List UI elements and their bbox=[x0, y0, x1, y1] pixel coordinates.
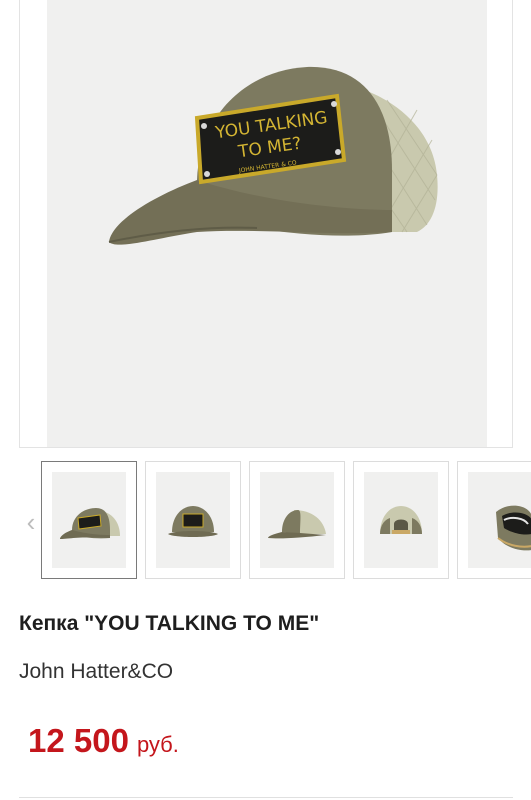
thumbnail-image bbox=[260, 472, 334, 568]
product-page: YOU TALKING TO ME? JOHN HATTER & CO ‹ Ке… bbox=[0, 0, 531, 800]
thumbnail-1[interactable] bbox=[41, 461, 137, 579]
thumbnail-4[interactable] bbox=[353, 461, 449, 579]
price-currency: руб. bbox=[136, 732, 179, 757]
product-price: 12 500 руб. bbox=[28, 722, 179, 760]
price-value: 12 500 bbox=[28, 722, 129, 759]
main-product-image[interactable]: YOU TALKING TO ME? JOHN HATTER & CO bbox=[19, 0, 513, 448]
thumbnail-3[interactable] bbox=[249, 461, 345, 579]
thumbnail-2[interactable] bbox=[145, 461, 241, 579]
product-title: Кепка "YOU TALKING TO ME" bbox=[19, 612, 320, 635]
divider bbox=[19, 797, 513, 798]
thumbnail-image bbox=[364, 472, 438, 568]
chevron-left-icon[interactable]: ‹ bbox=[22, 509, 40, 535]
thumbnail-5[interactable] bbox=[457, 461, 531, 579]
product-brand[interactable]: John Hatter&CO bbox=[19, 660, 173, 684]
cap-illustration: YOU TALKING TO ME? JOHN HATTER & CO bbox=[108, 66, 438, 245]
main-image-backdrop: YOU TALKING TO ME? JOHN HATTER & CO bbox=[47, 0, 487, 447]
thumbnail-image bbox=[156, 472, 230, 568]
thumbnail-image bbox=[468, 472, 531, 568]
thumbnail-image bbox=[52, 472, 126, 568]
thumbnail-gallery: ‹ bbox=[0, 460, 531, 582]
